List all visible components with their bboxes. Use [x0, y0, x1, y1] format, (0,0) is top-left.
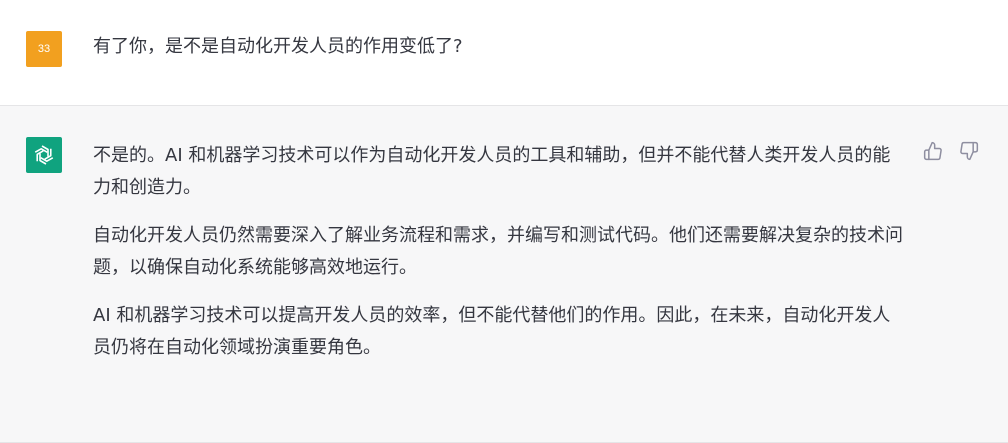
- assistant-paragraph: AI 和机器学习技术可以提高开发人员的效率，但不能代替他们的作用。因此，在未来，…: [93, 305, 891, 358]
- assistant-message-row: 不是的。AI 和机器学习技术可以作为自动化开发人员的工具和辅助，但并不能代替人类…: [0, 106, 1008, 443]
- assistant-message-body: 不是的。AI 和机器学习技术可以作为自动化开发人员的工具和辅助，但并不能代替人类…: [93, 140, 908, 380]
- user-message-text: 有了你，是不是自动化开发人员的作用变低了?: [93, 36, 463, 57]
- thumbs-up-button[interactable]: [922, 140, 944, 162]
- thumbs-down-button[interactable]: [958, 140, 980, 162]
- assistant-paragraph: 不是的。AI 和机器学习技术可以作为自动化开发人员的工具和辅助，但并不能代替人类…: [93, 145, 891, 198]
- user-message-row: 33 有了你，是不是自动化开发人员的作用变低了?: [0, 0, 1008, 106]
- assistant-paragraph: 自动化开发人员仍然需要深入了解业务流程和需求，并编写和测试代码。他们还需要解决复…: [93, 225, 903, 278]
- thumbs-down-icon: [960, 141, 979, 161]
- feedback-buttons: [922, 140, 980, 162]
- user-avatar: 33: [26, 31, 62, 67]
- thumbs-up-icon: [923, 141, 942, 161]
- openai-logo-icon: [34, 145, 54, 165]
- user-avatar-initials: 33: [37, 43, 51, 55]
- assistant-avatar: [26, 137, 62, 173]
